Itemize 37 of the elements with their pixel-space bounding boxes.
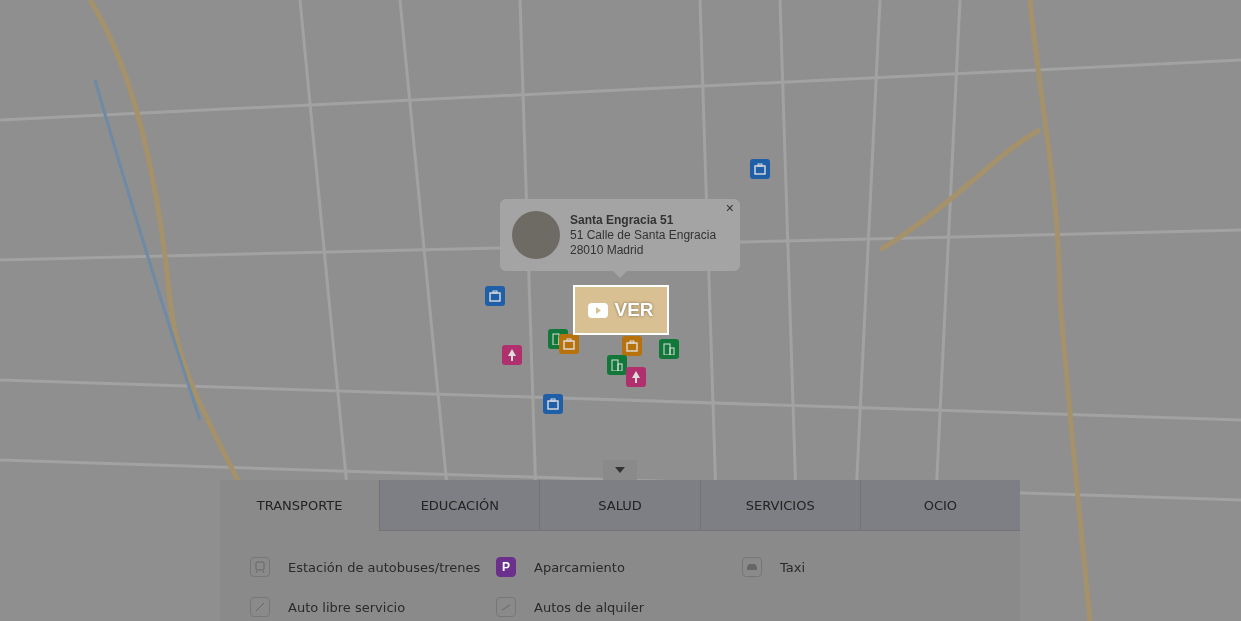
tree-icon [630,371,642,383]
map-pin[interactable] [502,345,522,365]
collapse-handle[interactable] [603,460,637,480]
category-label: Taxi [780,559,806,575]
map-pin[interactable] [659,339,679,359]
caret-icon [615,467,625,473]
map-pin[interactable] [622,336,642,356]
building-icon [663,343,675,355]
popup-address: 51 Calle de Santa Engracia [570,227,717,243]
map-pin[interactable] [559,334,579,354]
category-label: Autos de alquiler [534,599,645,615]
category-tab[interactable]: SALUD [539,480,700,531]
popup-city: 28010 Madrid [570,242,645,258]
map-pin[interactable] [543,394,563,414]
briefcase-icon [547,398,559,410]
category-icon[interactable]: P [496,557,516,577]
tree-icon [506,349,518,361]
map-pin[interactable] [607,355,627,375]
category-tab[interactable]: EDUCACIÓN [379,480,540,531]
category-icon[interactable] [742,557,762,577]
close-button[interactable]: × [723,201,736,215]
briefcase-icon [754,163,766,175]
briefcase-icon [626,340,638,352]
category-tab[interactable]: SERVICIOS [699,480,860,531]
play-icon [588,302,609,318]
category-label: Estación de autobuses/trenes [288,559,481,575]
map-pin[interactable] [750,159,770,179]
building-icon [611,359,623,371]
popup-title: Santa Engracia 51 [570,212,675,228]
map-pin[interactable] [485,286,505,306]
category-tab[interactable]: OCIO [859,480,1020,531]
photo-placeholder [512,211,560,259]
category-label: Auto libre servicio [288,599,406,615]
map-pin[interactable] [626,367,646,387]
briefcase-icon [563,338,575,350]
briefcase-icon [489,290,501,302]
category-label: Aparcamiento [534,559,625,575]
